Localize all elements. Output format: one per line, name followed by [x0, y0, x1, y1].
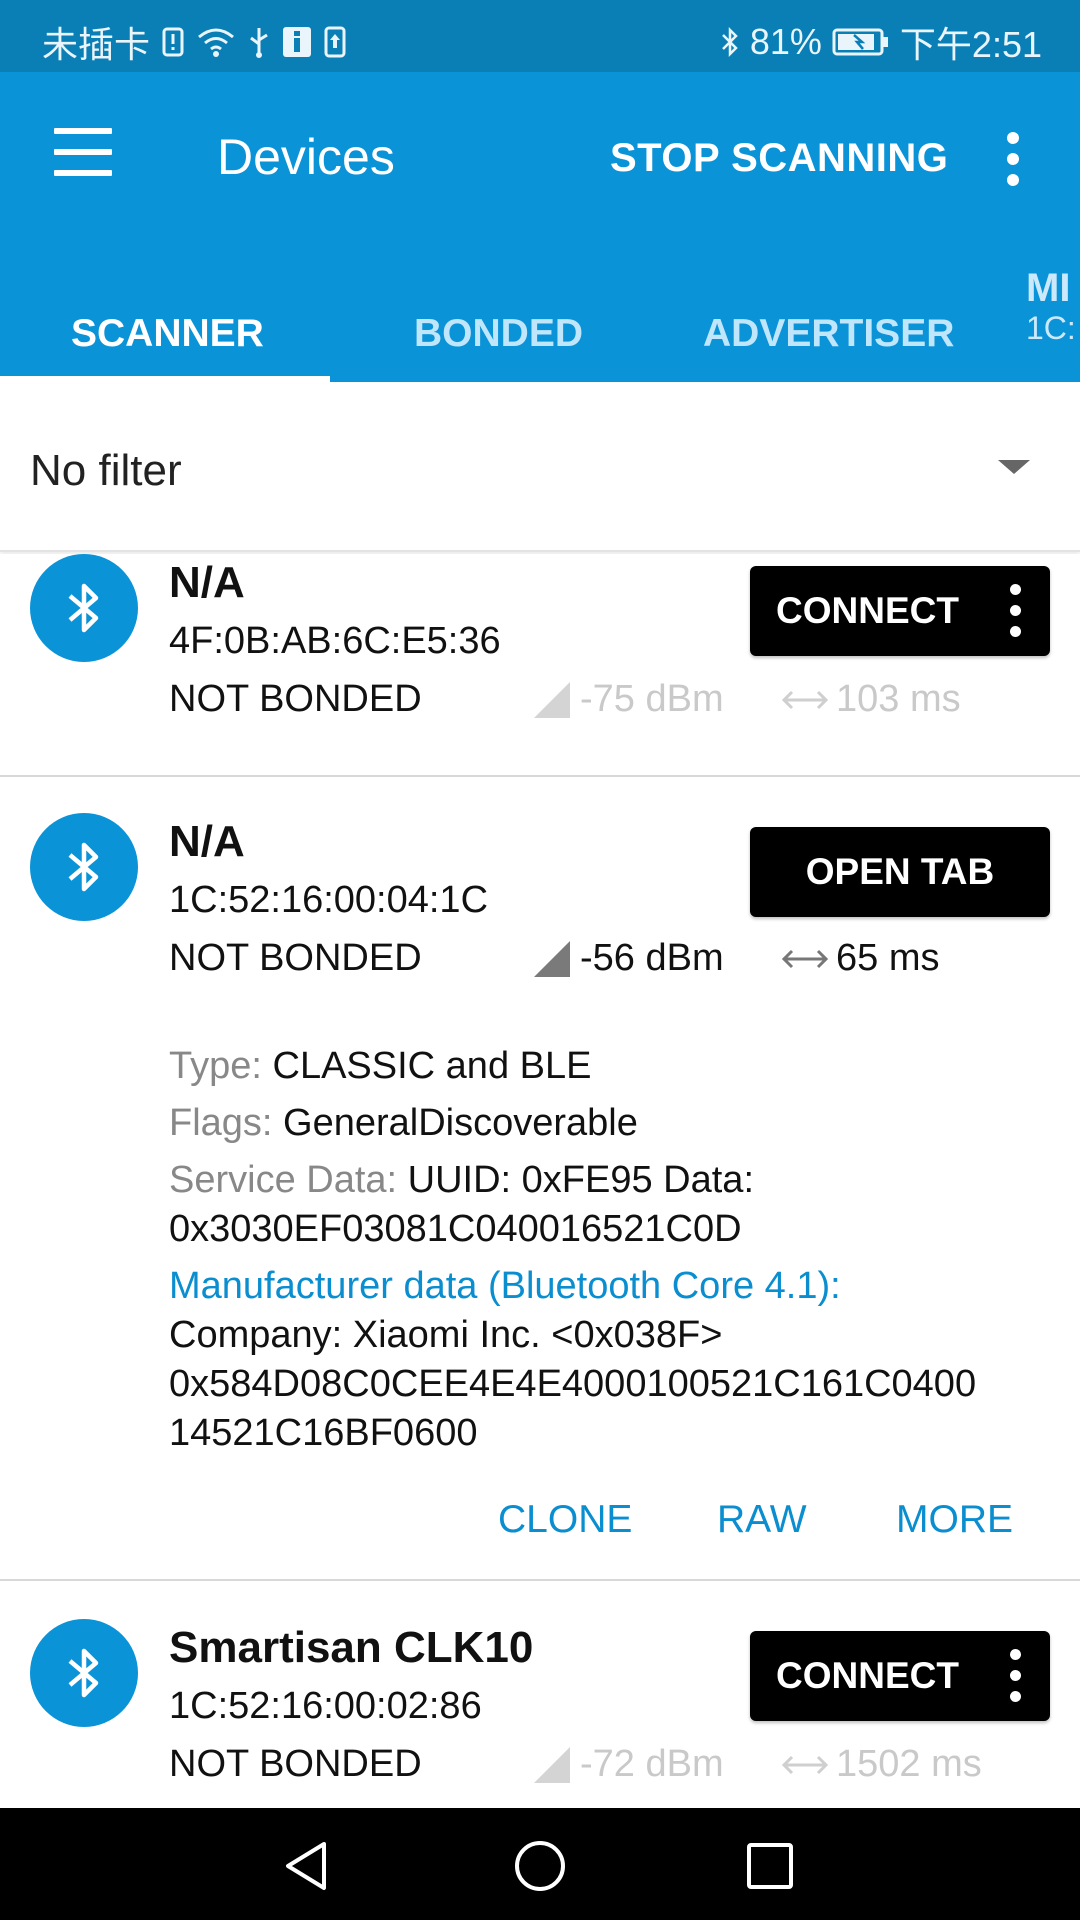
open-tab-button[interactable]: OPEN TAB — [750, 827, 1050, 917]
tab-scanner[interactable]: SCANNER — [71, 312, 264, 356]
clock: 下午2:51 — [899, 24, 1042, 65]
more-button[interactable]: MORE — [896, 1498, 1013, 1542]
device-name: N/A — [169, 817, 245, 866]
rssi-value: -75 dBm — [580, 678, 724, 720]
signal-icon — [534, 940, 570, 977]
bond-state: NOT BONDED — [169, 678, 422, 720]
dropdown-arrow-icon — [998, 460, 1030, 474]
raw-button[interactable]: RAW — [717, 1498, 807, 1542]
tab-partial-label: MI — [1026, 266, 1071, 310]
signal-icon — [534, 681, 570, 718]
tab-partial[interactable]: MI 1C: — [1026, 268, 1076, 348]
type-value: CLASSIC and BLE — [272, 1045, 592, 1087]
bluetooth-icon — [30, 554, 138, 662]
sim-alert-icon — [162, 27, 184, 57]
back-icon[interactable] — [278, 1836, 338, 1896]
rssi-indicator: -72 dBm — [532, 1743, 724, 1786]
bluetooth-icon — [30, 1619, 138, 1727]
signal-icon — [534, 1746, 570, 1783]
page-title: Devices — [217, 129, 395, 185]
usb-icon — [248, 26, 270, 58]
connect-button[interactable]: CONNECT — [750, 1631, 1050, 1721]
more-options-icon[interactable] — [1010, 584, 1022, 638]
bluetooth-status-icon — [720, 26, 740, 58]
stop-scanning-button[interactable]: STOP SCANNING — [610, 136, 948, 181]
recents-icon[interactable] — [740, 1836, 800, 1896]
interval-icon — [782, 1755, 828, 1774]
filter-value: No filter — [30, 446, 182, 495]
interval-indicator: 1502 ms — [782, 1743, 982, 1786]
clone-button[interactable]: CLONE — [498, 1498, 632, 1542]
service-data-value: UUID: 0xFE95 Data: — [407, 1159, 754, 1201]
flags-label: Flags: — [169, 1102, 284, 1144]
device-name: Smartisan CLK10 — [169, 1623, 534, 1672]
type-line: Type: CLASSIC and BLE — [169, 1042, 1069, 1091]
interval-icon — [782, 949, 828, 968]
interval-value: 1502 ms — [836, 1743, 982, 1785]
rssi-value: -72 dBm — [580, 1743, 724, 1785]
advertisement-details: Type: CLASSIC and BLE Flags: GeneralDisc… — [169, 1042, 1069, 1458]
device-address: 1C:52:16:00:04:1C — [169, 879, 489, 921]
flags-value: GeneralDiscoverable — [283, 1102, 638, 1144]
connect-button-label: CONNECT — [776, 590, 959, 631]
service-data-value-2: 0x3030EF03081C040016521C0D — [169, 1208, 742, 1250]
status-bar: 未插卡 81% 下午2:51 — [0, 0, 1080, 72]
device-row[interactable]: Smartisan CLK10 1C:52:16:00:02:86 NOT BO… — [0, 1581, 1080, 1808]
device-address: 1C:52:16:00:02:86 — [169, 1685, 482, 1727]
open-tab-button-label: OPEN TAB — [805, 851, 995, 892]
manufacturer-data-2: 14521C16BF0600 — [169, 1412, 478, 1454]
connect-button[interactable]: CONNECT — [750, 566, 1050, 656]
tab-advertiser[interactable]: ADVERTISER — [703, 312, 954, 356]
battery-icon — [832, 27, 890, 57]
service-data-label: Service Data: — [169, 1159, 408, 1201]
bond-state: NOT BONDED — [169, 1743, 422, 1785]
filter-dropdown[interactable]: No filter — [0, 384, 1080, 552]
carrier-text: 未插卡 — [42, 24, 151, 65]
connect-button-label: CONNECT — [776, 1655, 959, 1696]
device-address: 4F:0B:AB:6C:E5:36 — [169, 620, 501, 662]
interval-indicator: 103 ms — [782, 678, 961, 721]
interval-value: 103 ms — [836, 678, 961, 720]
bluetooth-icon — [30, 813, 138, 921]
type-label: Type: — [169, 1045, 273, 1087]
rssi-indicator: -75 dBm — [532, 678, 724, 721]
tab-indicator — [0, 376, 330, 384]
home-icon[interactable] — [510, 1836, 570, 1896]
rssi-indicator: -56 dBm — [532, 937, 724, 980]
wifi-icon — [196, 26, 236, 58]
flags-line: Flags: GeneralDiscoverable — [169, 1099, 1069, 1148]
bond-state: NOT BONDED — [169, 937, 422, 979]
rssi-value: -56 dBm — [580, 937, 724, 979]
info-icon — [282, 26, 312, 58]
manufacturer-data-label: Manufacturer data (Bluetooth Core 4.1): — [169, 1265, 841, 1307]
manufacturer-data-1: 0x584D08C0CEE4E4E4000100521C161C0400 — [169, 1363, 977, 1405]
more-options-icon[interactable] — [1010, 1649, 1022, 1703]
device-name: N/A — [169, 558, 245, 607]
manufacturer-company: Company: Xiaomi Inc. <0x038F> — [169, 1314, 723, 1356]
tab-partial-sub: 1C: — [1026, 310, 1076, 346]
service-data-line: Service Data: UUID: 0xFE95 Data: — [169, 1156, 1069, 1205]
device-row[interactable]: N/A 4F:0B:AB:6C:E5:36 NOT BONDED -75 dBm… — [0, 554, 1080, 776]
interval-indicator: 65 ms — [782, 937, 939, 980]
tab-bonded[interactable]: BONDED — [414, 312, 583, 356]
menu-icon[interactable] — [54, 128, 114, 176]
tab-bar: SCANNER BONDED ADVERTISER — [0, 280, 1080, 382]
interval-value: 65 ms — [836, 937, 940, 979]
battery-percent: 81% — [749, 21, 822, 62]
upload-icon — [324, 26, 346, 58]
overflow-icon[interactable] — [998, 132, 1028, 188]
navigation-bar — [0, 1808, 1080, 1920]
interval-icon — [782, 690, 828, 709]
